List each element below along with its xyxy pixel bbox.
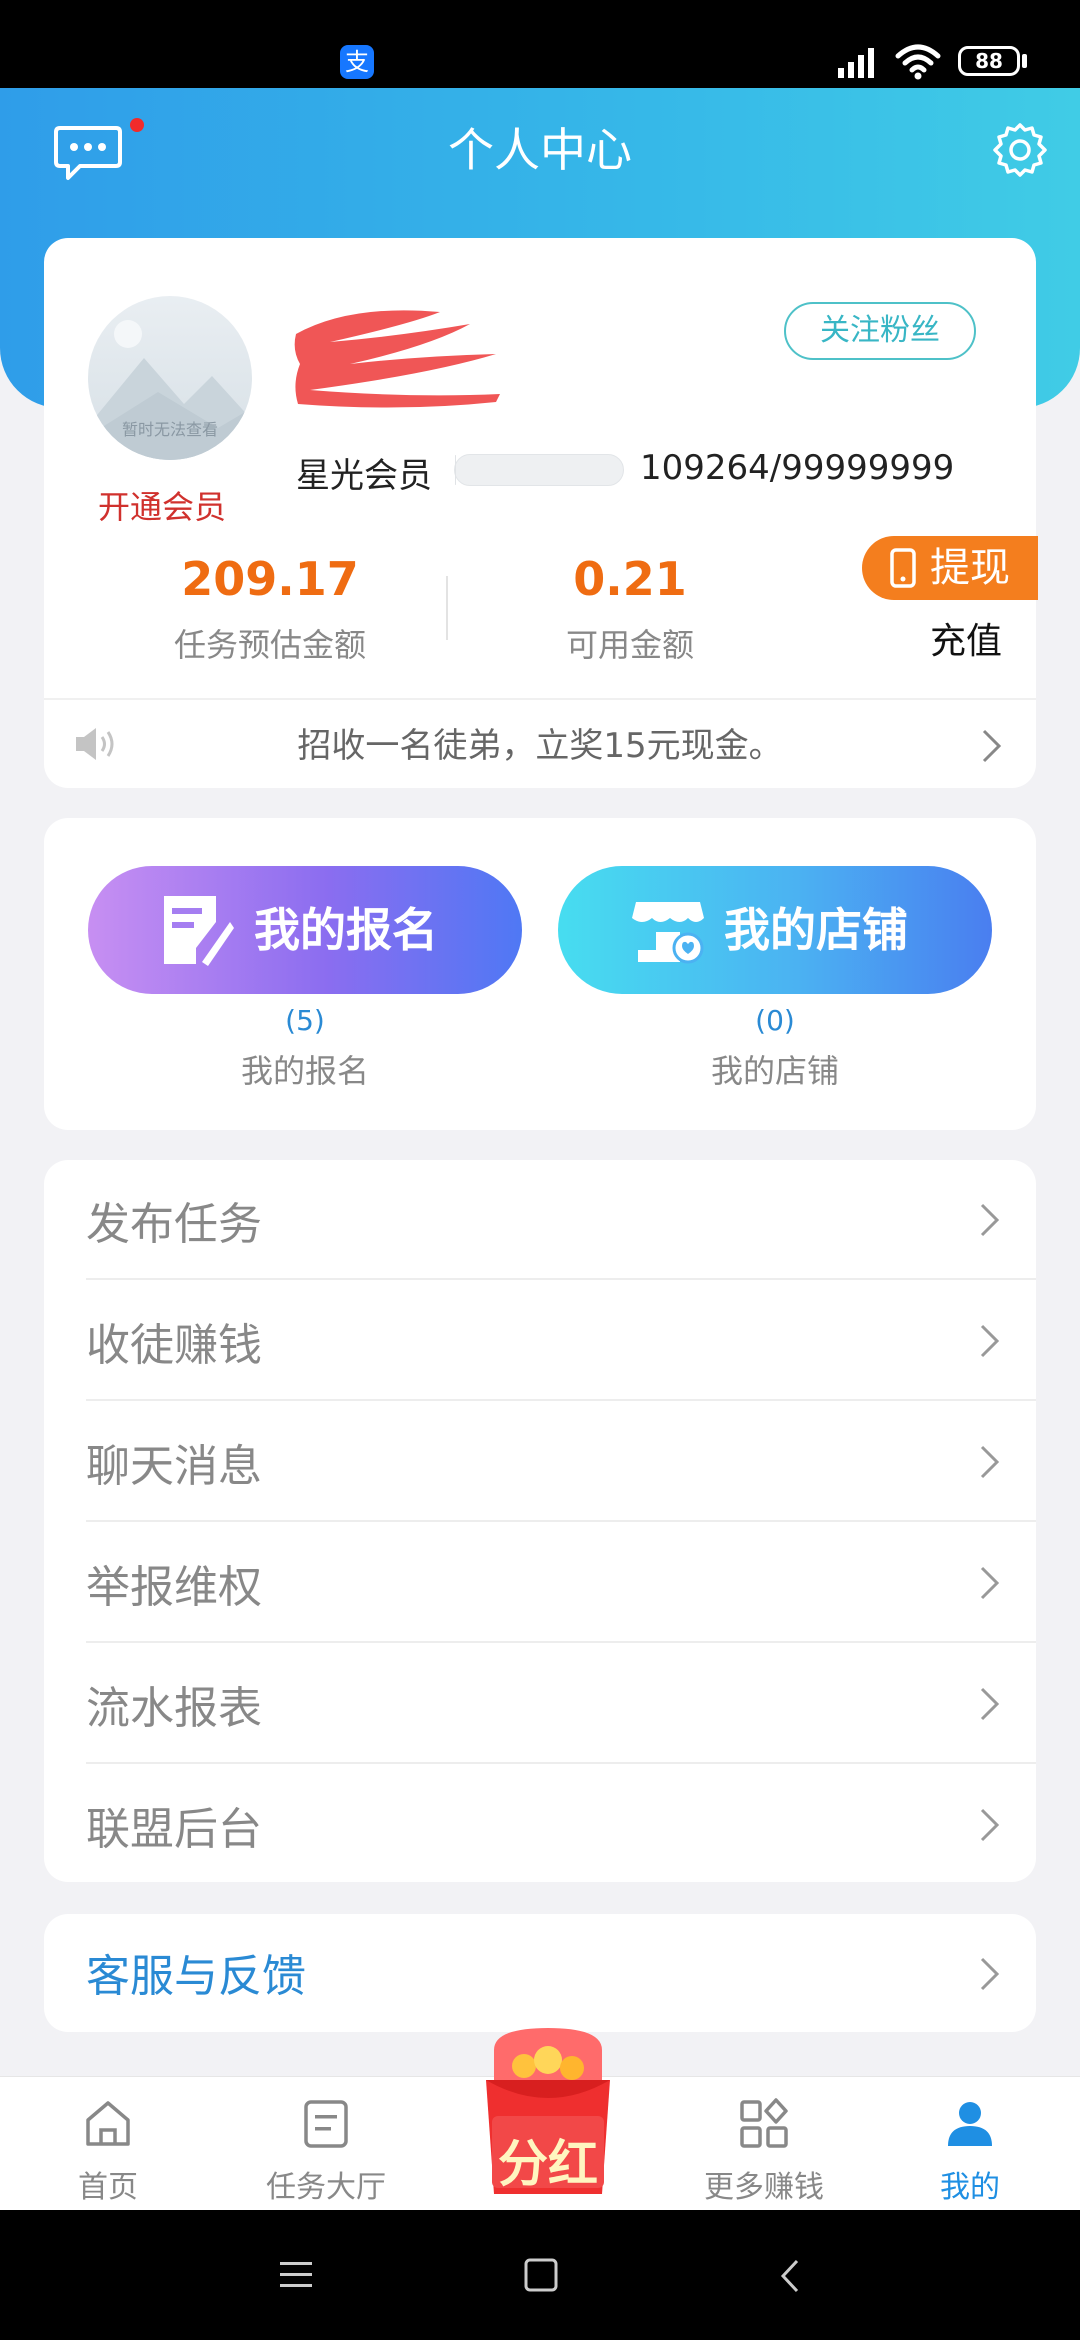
my-shop-button[interactable]: 我的店铺 <box>558 866 992 994</box>
service-feedback-label: 客服与反馈 <box>86 1951 306 2002</box>
membership-level-label: 星光会员 <box>296 456 432 496</box>
menu-divider <box>86 1641 1036 1643</box>
menu-item-alliance-backend[interactable]: 联盟后台 <box>44 1765 1036 1885</box>
home-icon <box>86 2101 130 2146</box>
menu-item-publish-task[interactable]: 发布任务 <box>44 1160 1036 1280</box>
withdraw-label: 提现 <box>930 545 1010 591</box>
system-navigation-bar <box>0 2210 1080 2340</box>
chevron-right-icon <box>980 1957 1000 1991</box>
menu-divider <box>86 1520 1036 1522</box>
nav-more-earnings-label: 更多赚钱 <box>704 2170 824 2205</box>
chevron-right-icon <box>980 1808 1000 1842</box>
nav-mine[interactable]: 我的 <box>890 2086 1050 2206</box>
level-progress-value: 109264/99999999 <box>640 448 955 488</box>
menu-item-label: 举报维权 <box>86 1562 262 1613</box>
signup-count: (5) <box>285 1004 325 1037</box>
nav-mine-label: 我的 <box>940 2170 1000 2205</box>
notice-text[interactable]: 招收一名徒弟，立奖15元现金。 <box>140 718 940 767</box>
back-icon[interactable] <box>780 2258 800 2294</box>
chevron-right-icon <box>980 1687 1000 1721</box>
nav-home[interactable]: 首页 <box>28 2086 188 2206</box>
edit-document-icon <box>164 896 234 966</box>
nav-task-hall-label: 任务大厅 <box>266 2170 386 2205</box>
menu-divider <box>86 1278 1036 1280</box>
alipay-notification-icon: 支 <box>340 45 374 79</box>
wifi-icon <box>895 44 941 80</box>
shop-count: (0) <box>755 1004 795 1037</box>
user-icon <box>948 2102 992 2146</box>
my-shop-button-label: 我的店铺 <box>724 903 908 957</box>
apps-grid-icon <box>740 2098 788 2148</box>
my-signups-button[interactable]: 我的报名 <box>88 866 522 994</box>
chevron-right-icon <box>980 1203 1000 1237</box>
menu-item-label: 流水报表 <box>86 1683 262 1734</box>
menu-item-report-rights[interactable]: 举报维权 <box>44 1523 1036 1643</box>
chevron-right-icon <box>980 1445 1000 1479</box>
shop-label: 我的店铺 <box>710 1052 839 1090</box>
chevron-right-icon <box>980 1324 1000 1358</box>
recharge-link[interactable]: 充值 <box>930 612 1002 664</box>
menu-item-recruit-earn[interactable]: 收徒赚钱 <box>44 1281 1036 1401</box>
dividend-label: 分红 <box>498 2135 598 2193</box>
chevron-right-icon[interactable] <box>980 728 1004 764</box>
my-signups-button-label: 我的报名 <box>254 903 438 957</box>
battery-icon: 88 <box>958 46 1020 76</box>
estimated-amount-label: 任务预估金额 <box>173 626 366 664</box>
menu-item-chat-messages[interactable]: 聊天消息 <box>44 1402 1036 1522</box>
nav-home-label: 首页 <box>78 2170 138 2205</box>
task-list-icon <box>304 2100 348 2148</box>
speaker-icon <box>76 728 114 760</box>
menu-icon[interactable] <box>280 2260 312 2290</box>
settings-gear-icon[interactable] <box>992 122 1048 178</box>
stats-divider <box>446 576 448 640</box>
dividend-red-envelope-button[interactable]: 分红 <box>474 2020 622 2204</box>
status-time: 上午11:23 <box>180 41 357 81</box>
available-amount-label: 可用金额 <box>565 626 694 664</box>
unread-dot <box>130 118 144 132</box>
avatar-caption: 暂时无法查看 <box>121 420 218 439</box>
notice-divider <box>44 698 1036 700</box>
home-square-icon[interactable] <box>524 2258 558 2292</box>
signal-icon <box>838 48 874 78</box>
menu-divider <box>86 1399 1036 1401</box>
level-progress-bar <box>454 454 624 486</box>
estimated-amount-value: 209.17 <box>181 552 359 606</box>
storefront-icon <box>632 902 704 964</box>
menu-divider <box>86 1762 1036 1764</box>
nav-task-hall[interactable]: 任务大厅 <box>246 2086 406 2206</box>
menu-item-label: 聊天消息 <box>86 1441 262 1492</box>
open-vip-link[interactable]: 开通会员 <box>98 482 226 528</box>
follow-fans-button[interactable]: 关注粉丝 <box>784 302 976 360</box>
message-icon[interactable] <box>54 124 122 182</box>
available-amount-value: 0.21 <box>573 552 687 606</box>
menu-item-label: 发布任务 <box>86 1199 262 1250</box>
phone-icon <box>890 548 916 588</box>
withdraw-button[interactable]: 提现 <box>862 536 1038 600</box>
nav-more-earnings[interactable]: 更多赚钱 <box>684 2086 844 2206</box>
menu-item-transaction-report[interactable]: 流水报表 <box>44 1644 1036 1764</box>
signup-label: 我的报名 <box>240 1052 369 1090</box>
service-feedback-row[interactable]: 客服与反馈 <box>44 1914 1036 2032</box>
battery-tip <box>1022 54 1027 68</box>
menu-item-label: 联盟后台 <box>86 1804 262 1855</box>
page-title: 个人中心 <box>448 123 632 177</box>
avatar[interactable]: 暂时无法查看 <box>88 296 252 460</box>
menu-item-label: 收徒赚钱 <box>86 1320 262 1371</box>
chevron-right-icon <box>980 1566 1000 1600</box>
redacted-username <box>294 310 500 408</box>
